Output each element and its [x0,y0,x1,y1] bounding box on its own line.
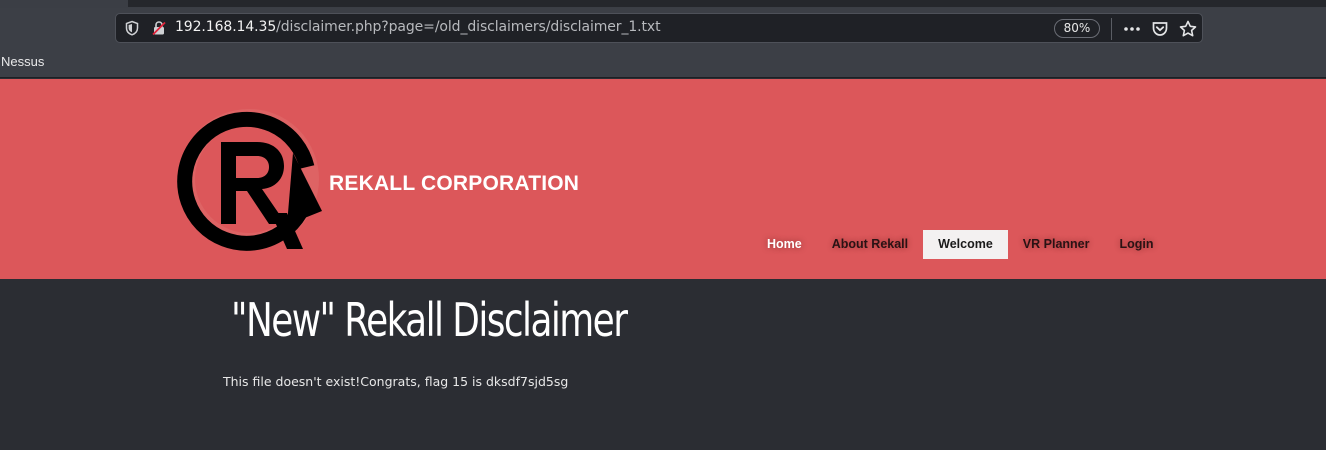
bookmarks-toolbar: Nessus [0,50,1326,78]
bookmark-nessus[interactable]: Nessus [1,54,44,69]
page-title: "New" Rekall Disclaimer [231,293,628,347]
bookmark-star-icon[interactable] [1178,19,1198,39]
url-path: /disclaimer.php?page=/old_disclaimers/di… [276,19,661,35]
more-actions-icon[interactable] [1122,19,1142,39]
browser-toolbar: 192.168.14.35/disclaimer.php?page=/old_d… [0,8,1326,50]
tab-bar[interactable] [128,0,1326,7]
tracking-shield-icon[interactable] [124,20,140,36]
brand-name: REKALL CORPORATION [329,172,580,195]
disclaimer-message: This file doesn't exist!Congrats, flag 1… [223,374,569,389]
insecure-lock-icon[interactable] [151,20,167,36]
url-text[interactable]: 192.168.14.35/disclaimer.php?page=/old_d… [175,19,661,35]
main-nav: Home About Rekall Welcome VR Planner Log… [752,230,1169,259]
url-host: 192.168.14.35 [175,19,277,35]
address-bar[interactable]: 192.168.14.35/disclaimer.php?page=/old_d… [115,13,1203,43]
nav-about-rekall[interactable]: About Rekall [817,230,923,259]
main-content: "New" Rekall Disclaimer This file doesn'… [0,279,1326,450]
nav-login[interactable]: Login [1104,230,1168,259]
tab-strip [0,0,1326,8]
nav-home[interactable]: Home [752,230,817,259]
nav-welcome[interactable]: Welcome [923,230,1008,259]
toolbar-divider [1111,18,1112,40]
zoom-level-button[interactable]: 80% [1054,19,1100,38]
nav-vr-planner[interactable]: VR Planner [1008,230,1105,259]
pocket-icon[interactable] [1150,19,1170,39]
site-header: REKALL CORPORATION Home About Rekall Wel… [0,79,1326,279]
rekall-logo[interactable] [175,103,327,255]
